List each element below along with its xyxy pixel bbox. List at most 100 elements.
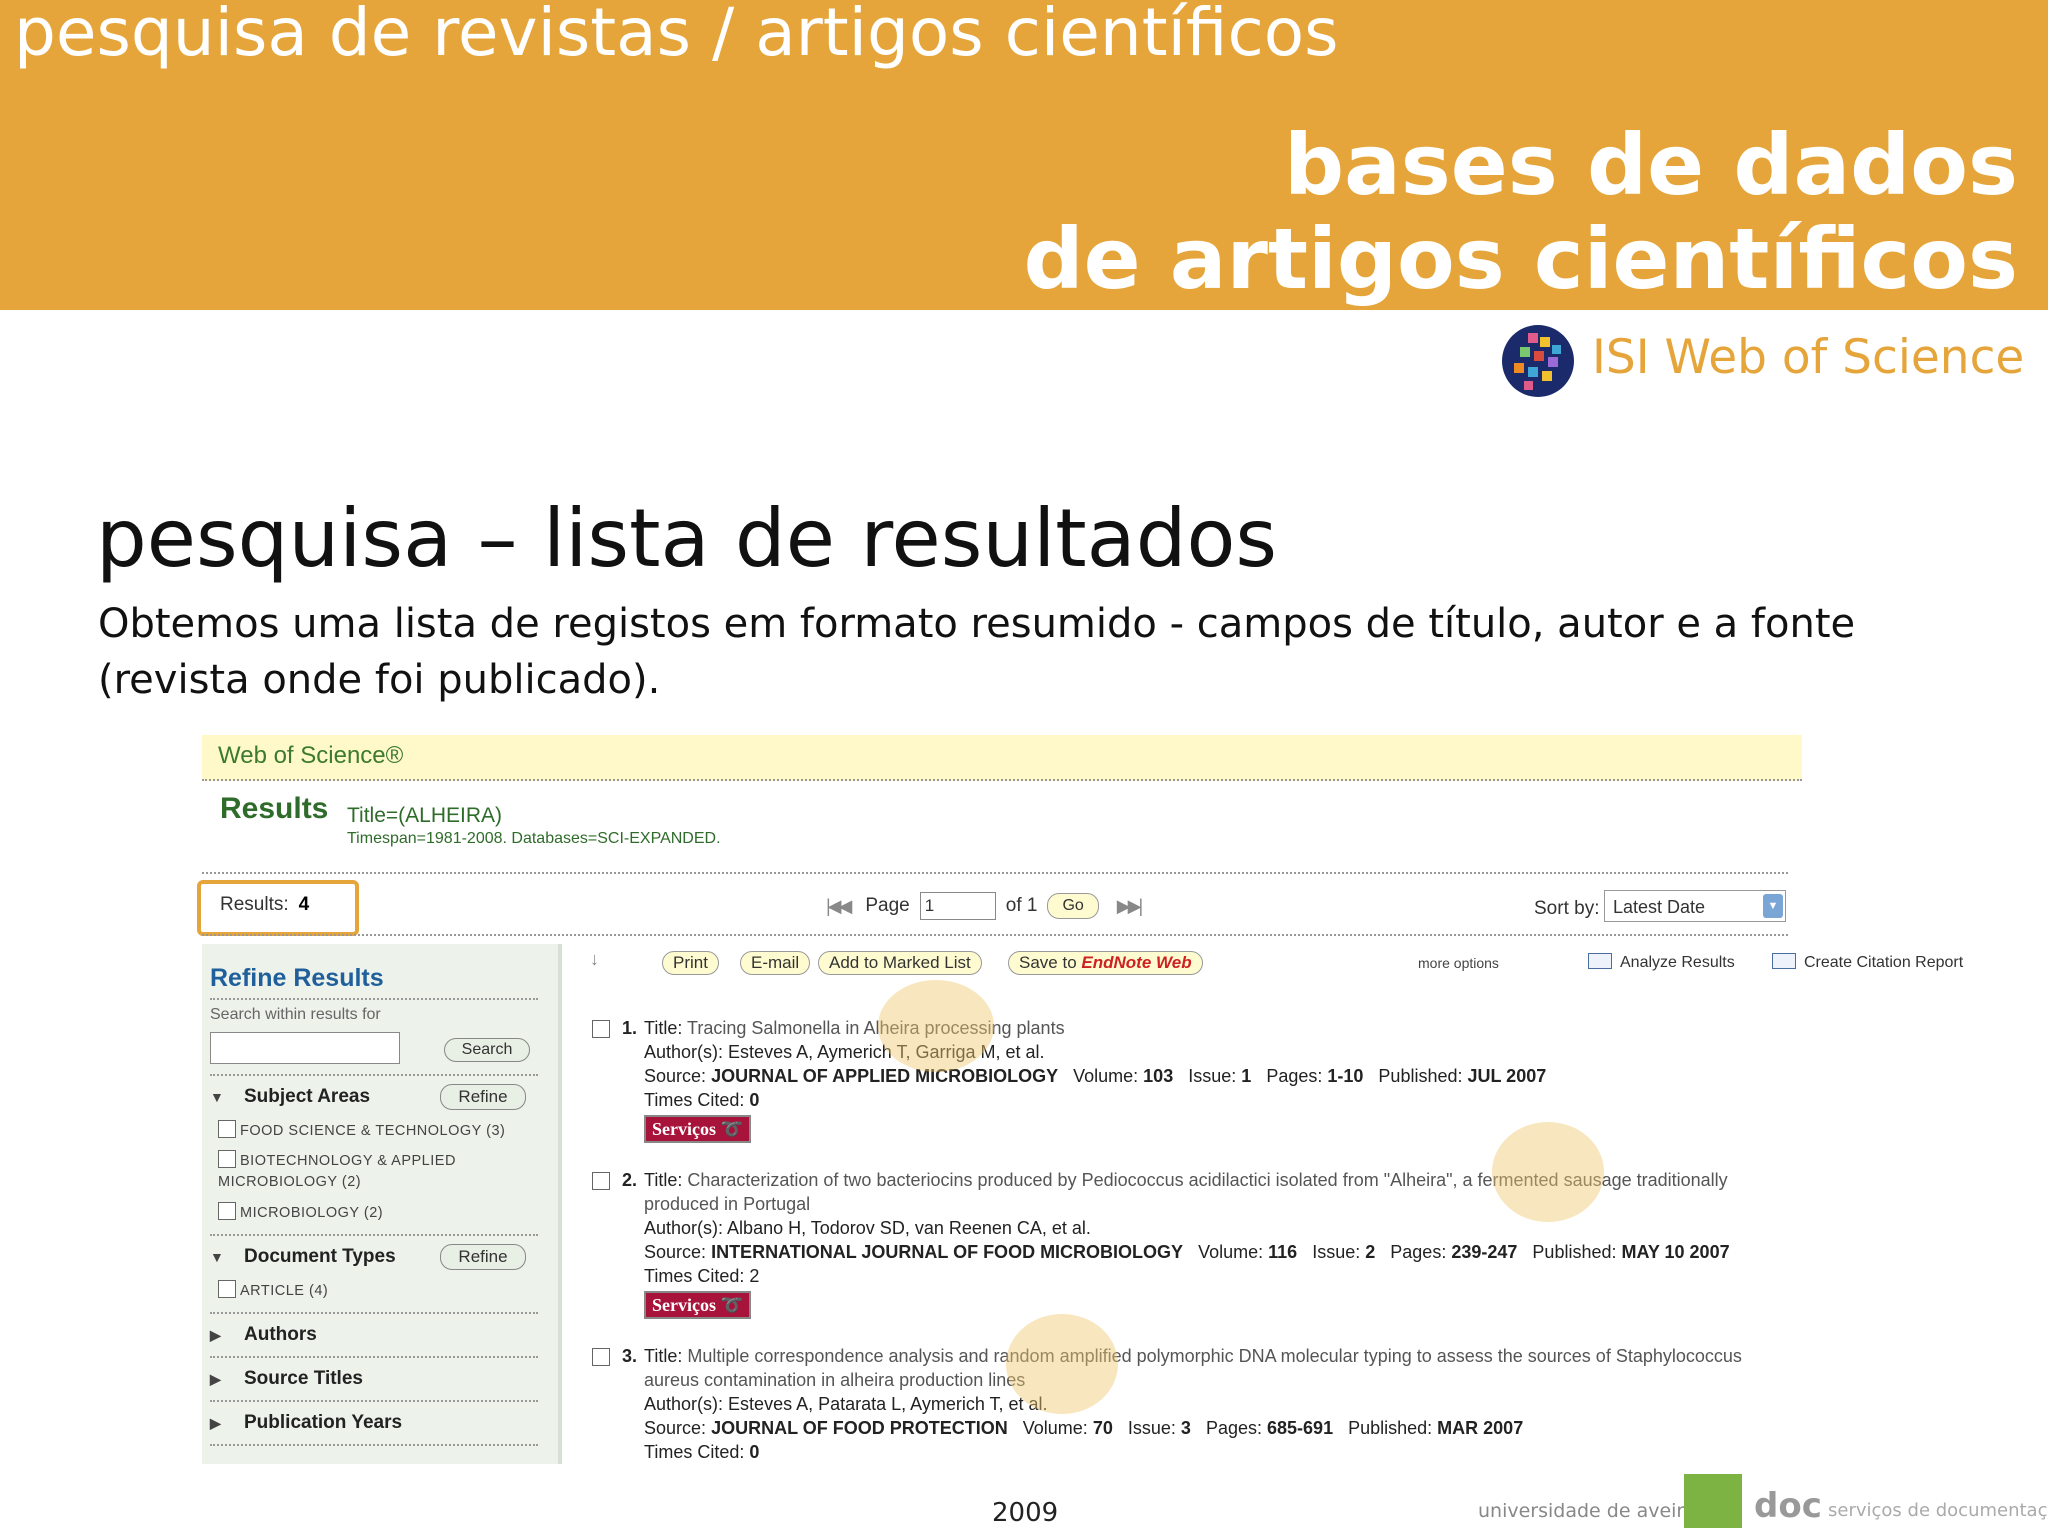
record-title[interactable]: Multiple correspondence analysis and ran… [644,1346,1742,1390]
pages-label: Pages: [1205,1418,1262,1438]
facet-source-titles[interactable]: ▶ Source Titles [210,1368,363,1390]
facet-document-types[interactable]: ▼ Document Types [210,1246,396,1268]
doc-services-label: serviços de documentação [1828,1500,2048,1521]
refine-subject-areas-button[interactable]: Refine [440,1084,526,1110]
record-checkbox[interactable] [592,1348,610,1366]
published-label: Published: [1378,1066,1463,1086]
facet-publication-years[interactable]: ▶ Publication Years [210,1412,402,1434]
triangle-down-icon: ▼ [210,1089,224,1105]
search-timespan: Timespan=1981-2008. Databases=SCI-EXPAND… [347,830,721,847]
search-within-button[interactable]: Search [444,1038,530,1062]
slide-year: 2009 [992,1498,1059,1528]
times-cited-label: Times Cited: [644,1442,745,1462]
authors-label: Author(s): [644,1042,724,1062]
email-button[interactable]: E-mail [740,951,811,975]
checkbox[interactable] [218,1120,236,1138]
record-volume: 103 [1143,1066,1174,1086]
authors-label: Author(s): [644,1218,724,1238]
results-toolbar: ↓ Print E-mail Add to Marked List Save t… [590,947,1963,977]
record-title[interactable]: Tracing Salmonella in Alheira processing… [687,1018,1065,1038]
search-within-input[interactable] [210,1032,400,1064]
facet-subject-areas[interactable]: ▼ Subject Areas [210,1086,370,1108]
times-cited-label: Times Cited: [644,1090,745,1110]
servicos-on-button[interactable]: Serviços ➰ [644,1115,751,1143]
times-cited-label: Times Cited: [644,1266,745,1286]
title-label: Title: [644,1346,683,1366]
facet-authors[interactable]: ▶ Authors [210,1324,317,1346]
save-to-endnote-button[interactable]: Save to EndNote Web [1008,951,1203,975]
facet-document-types-label: Document Types [244,1246,396,1267]
authors-label: Author(s): [644,1394,724,1414]
isi-web-of-science-label: ISI Web of Science [1592,330,2025,385]
pages-label: Pages: [1266,1066,1323,1086]
checkbox[interactable] [218,1280,236,1298]
chevron-down-icon[interactable]: ▼ [1763,894,1783,918]
print-button[interactable]: Print [662,951,719,975]
facet-item[interactable]: ARTICLE (4) [218,1280,328,1302]
sort-select-value: Latest Date [1613,897,1706,917]
servicos-label: Serviços [652,1119,716,1139]
banner-title-line1: bases de dados [1283,116,2018,214]
issue-label: Issue: [1127,1418,1176,1438]
page-number-input[interactable]: 1 [919,892,996,920]
facet-source-titles-label: Source Titles [244,1368,363,1389]
banner-title-line2: de artigos científicos [1023,210,2018,308]
results-count-label: Results: [220,894,289,915]
slide-body-text: Obtemos uma lista de registos em formato… [98,601,1856,703]
checkbox[interactable] [218,1202,236,1220]
refine-document-types-button[interactable]: Refine [440,1244,526,1270]
issue-label: Issue: [1312,1242,1361,1262]
more-options-link[interactable]: more options [1418,955,1499,971]
facet-item-label: MICROBIOLOGY (2) [240,1205,384,1221]
servicos-on-button[interactable]: Serviços ➰ [644,1291,751,1319]
facet-item[interactable]: MICROBIOLOGY (2) [218,1202,383,1224]
sort-by-label: Sort by: [1534,898,1600,919]
search-query: Title=(ALHEIRA) [347,804,503,827]
triangle-down-icon: ▼ [210,1249,224,1265]
banner-subtitle: pesquisa de revistas / artigos científic… [14,0,1339,71]
create-citation-report-link[interactable]: Create Citation Report [1772,953,1963,972]
checkbox[interactable] [218,1150,236,1168]
record-published: MAR 2007 [1437,1418,1524,1438]
divider [210,1356,538,1358]
servicos-label: Serviços [652,1295,716,1315]
record-authors: Esteves A, Patarata L, Aymerich T, et al… [728,1394,1048,1414]
facet-item-label: ARTICLE (4) [240,1283,329,1299]
record-checkbox[interactable] [592,1172,610,1190]
page-of-label: of 1 [1005,895,1038,916]
record-checkbox[interactable] [592,1020,610,1038]
published-label: Published: [1348,1418,1433,1438]
divider [202,934,1788,936]
record-times-cited: 2 [749,1266,760,1286]
first-page-icon[interactable]: |◀◀ [826,896,852,917]
web-of-science-screenshot: Web of Science® Results Title=(ALHEIRA) … [197,732,1963,1464]
facet-item[interactable]: BIOTECHNOLOGY & APPLIED MICROBIOLOGY (2) [218,1150,518,1193]
doc-logo: doc [1754,1486,1822,1526]
header-banner: pesquisa de revistas / artigos científic… [0,0,2048,310]
go-button[interactable]: Go [1047,893,1099,919]
record-authors: Albano H, Todorov SD, van Reenen CA, et … [727,1218,1091,1238]
sort-select[interactable]: Latest Date ▼ [1604,890,1786,922]
facet-item[interactable]: FOOD SCIENCE & TECHNOLOGY (3) [218,1120,505,1142]
refine-results-sidebar: Refine Results Search within results for… [202,944,562,1464]
record-issue: 2 [1365,1242,1376,1262]
last-page-icon[interactable]: ▶▶| [1117,896,1143,917]
record-times-cited: 0 [749,1442,760,1462]
record-title[interactable]: Characterization of two bacteriocins pro… [644,1170,1728,1214]
save-to-label: Save to [1019,953,1077,972]
university-name: universidade de aveiro [1478,1500,1696,1522]
title-label: Title: [644,1170,683,1190]
add-to-marked-list-button[interactable]: Add to Marked List [818,951,982,975]
volume-label: Volume: [1198,1242,1264,1262]
analyze-results-link[interactable]: Analyze Results [1588,953,1735,972]
record-volume: 116 [1268,1242,1298,1262]
record-number: 1. [622,1018,638,1038]
search-within-label: Search within results for [210,1006,381,1023]
refine-results-title: Refine Results [210,964,384,992]
facet-authors-label: Authors [244,1324,317,1345]
divider [210,1400,538,1402]
wos-logo[interactable]: Web of Science® [218,742,403,770]
divider [210,1444,538,1446]
pages-label: Pages: [1390,1242,1447,1262]
wos-header: Web of Science® [202,735,1802,781]
